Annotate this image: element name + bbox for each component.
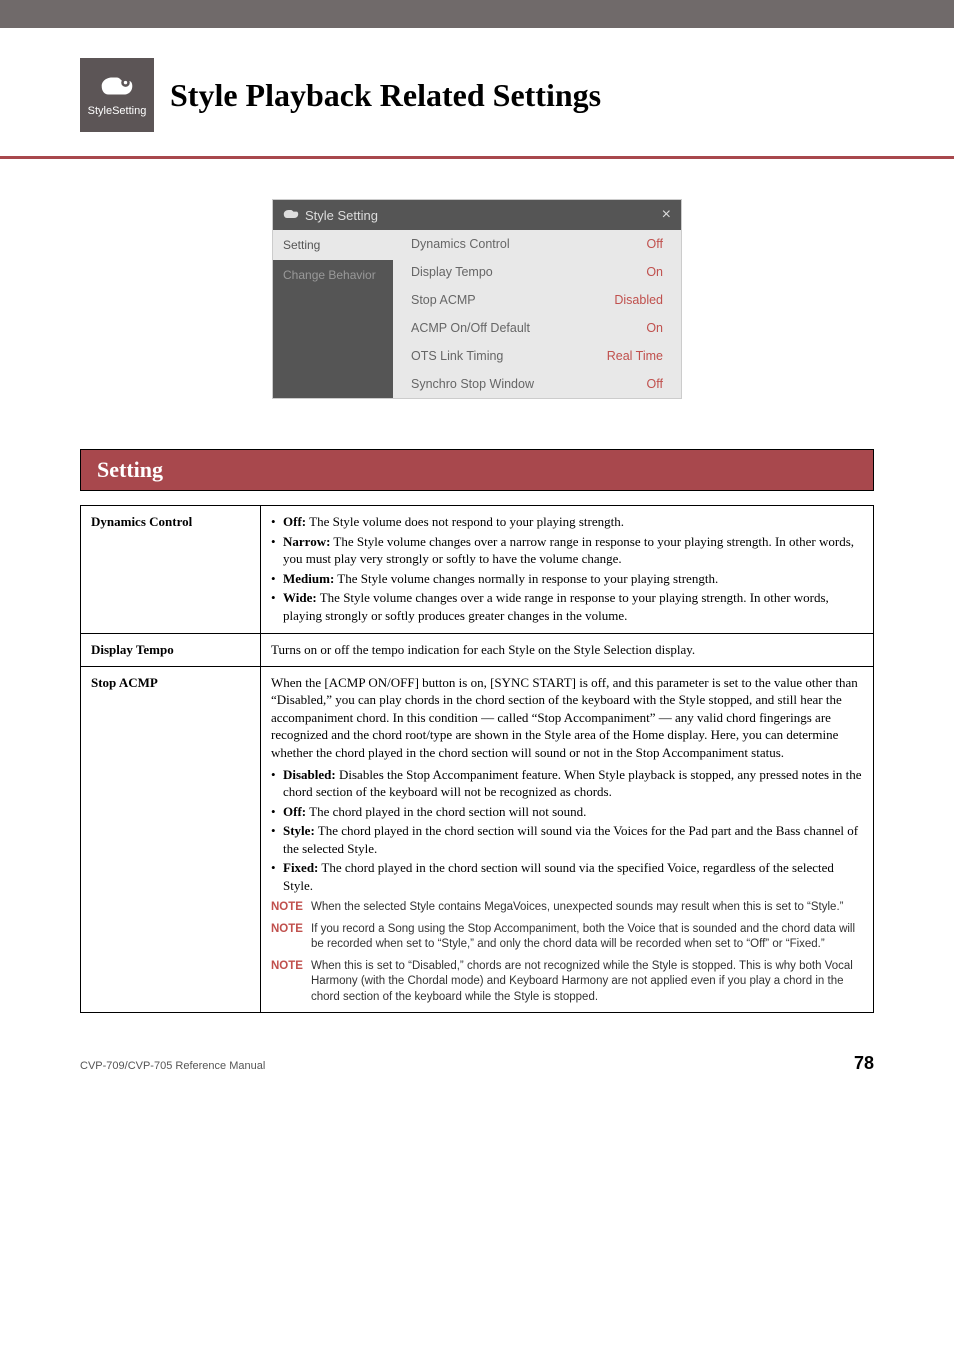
- tab-setting[interactable]: Setting: [273, 230, 393, 260]
- option-name: Fixed:: [283, 860, 318, 875]
- note-text: When this is set to “Disabled,” chords a…: [311, 960, 853, 1003]
- page-footer: CVP-709/CVP-705 Reference Manual 78: [80, 1053, 874, 1074]
- table-row: Display Tempo Turns on or off the tempo …: [81, 634, 874, 667]
- panel-title: Style Setting: [305, 208, 378, 223]
- note-label: NOTE: [271, 900, 303, 916]
- panel-content: Dynamics Control Off Display Tempo On St…: [393, 230, 681, 398]
- option-name: Style:: [283, 823, 315, 838]
- row-value: Real Time: [607, 349, 663, 363]
- row-label: Dynamics Control: [411, 237, 510, 251]
- row-label: Display Tempo: [81, 634, 261, 667]
- row-label: Stop ACMP: [411, 293, 476, 307]
- table-row: Stop ACMP When the [ACMP ON/OFF] button …: [81, 666, 874, 1013]
- row-label: Display Tempo: [411, 265, 493, 279]
- option-text: The Style volume changes normally in res…: [334, 571, 718, 586]
- piano-gear-icon: [283, 208, 299, 223]
- close-icon[interactable]: ×: [662, 206, 671, 224]
- row-value: Off: [647, 237, 663, 251]
- row-value: Disabled: [614, 293, 663, 307]
- option-text: The chord played in the chord section wi…: [306, 804, 586, 819]
- row-value: Off: [647, 377, 663, 391]
- row-value: On: [646, 265, 663, 279]
- row-label: Dynamics Control: [81, 506, 261, 634]
- row-desc: Turns on or off the tempo indication for…: [261, 634, 874, 667]
- page-number: 78: [854, 1053, 874, 1074]
- panel-row[interactable]: ACMP On/Off Default On: [393, 314, 681, 342]
- row-desc: Off: The Style volume does not respond t…: [261, 506, 874, 634]
- header-icon-label: StyleSetting: [88, 105, 147, 117]
- row-value: On: [646, 321, 663, 335]
- note-label: NOTE: [271, 959, 303, 975]
- tab-change-behavior[interactable]: Change Behavior: [273, 260, 393, 290]
- panel-sidebar: Setting Change Behavior: [273, 230, 393, 398]
- note: NOTE When the selected Style contains Meg…: [271, 900, 863, 916]
- panel-row[interactable]: OTS Link Timing Real Time: [393, 342, 681, 370]
- row-desc: When the [ACMP ON/OFF] button is on, [SY…: [261, 666, 874, 1013]
- option-name: Narrow:: [283, 534, 330, 549]
- section-heading: Setting: [80, 449, 874, 491]
- option-text: The chord played in the chord section wi…: [283, 823, 858, 856]
- option-name: Medium:: [283, 571, 334, 586]
- footer-left: CVP-709/CVP-705 Reference Manual: [80, 1060, 265, 1072]
- piano-gear-icon: [100, 74, 134, 103]
- option-name: Off:: [283, 804, 306, 819]
- style-setting-panel: Style Setting × Setting Change Behavior …: [272, 199, 682, 399]
- option-text: The Style volume changes over a narrow r…: [283, 534, 854, 567]
- settings-description-table: Dynamics Control Off: The Style volume d…: [80, 505, 874, 1013]
- note-label: NOTE: [271, 922, 303, 938]
- option-text: The Style volume changes over a wide ran…: [283, 590, 829, 623]
- note-text: If you record a Song using the Stop Acco…: [311, 923, 855, 951]
- option-name: Off:: [283, 514, 306, 529]
- header-divider: [0, 156, 954, 159]
- row-label: Synchro Stop Window: [411, 377, 534, 391]
- style-setting-icon-box: StyleSetting: [80, 58, 154, 132]
- row-label: ACMP On/Off Default: [411, 321, 530, 335]
- option-name: Wide:: [283, 590, 317, 605]
- top-strip: [0, 0, 954, 28]
- intro-text: When the [ACMP ON/OFF] button is on, [SY…: [271, 674, 863, 762]
- option-text: The Style volume does not respond to you…: [306, 514, 624, 529]
- panel-titlebar: Style Setting ×: [273, 200, 681, 230]
- option-text: The chord played in the chord section wi…: [283, 860, 834, 893]
- table-row: Dynamics Control Off: The Style volume d…: [81, 506, 874, 634]
- option-text: Disables the Stop Accompaniment feature.…: [283, 767, 862, 800]
- panel-row[interactable]: Synchro Stop Window Off: [393, 370, 681, 398]
- page-title: Style Playback Related Settings: [170, 77, 601, 114]
- panel-row[interactable]: Dynamics Control Off: [393, 230, 681, 258]
- panel-row[interactable]: Display Tempo On: [393, 258, 681, 286]
- row-label: Stop ACMP: [81, 666, 261, 1013]
- note: NOTE If you record a Song using the Stop …: [271, 922, 863, 953]
- page-header: StyleSetting Style Playback Related Sett…: [80, 28, 954, 152]
- note-text: When the selected Style contains MegaVoi…: [311, 901, 843, 913]
- option-name: Disabled:: [283, 767, 336, 782]
- note: NOTE When this is set to “Disabled,” chor…: [271, 959, 863, 1006]
- panel-row[interactable]: Stop ACMP Disabled: [393, 286, 681, 314]
- row-label: OTS Link Timing: [411, 349, 503, 363]
